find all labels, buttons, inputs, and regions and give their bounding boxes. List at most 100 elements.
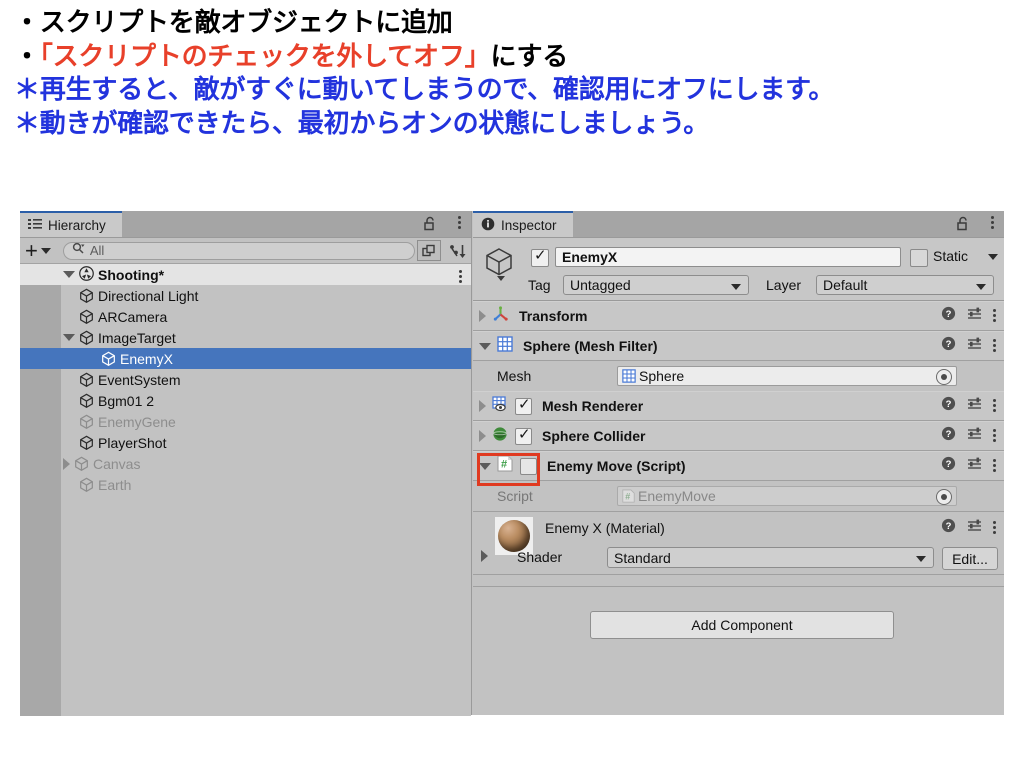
foldout-spacer — [63, 374, 75, 386]
layer-dropdown[interactable]: Default — [816, 275, 994, 295]
add-component-button[interactable]: Add Component — [590, 611, 894, 639]
hierarchy-kebab-menu-icon[interactable] — [458, 216, 461, 231]
hierarchy-item-label: EnemyGene — [98, 413, 176, 430]
sphere-collider-foldout-icon[interactable] — [479, 430, 486, 442]
hierarchy-item-label: ImageTarget — [98, 329, 176, 346]
enemy-move-foldout-icon[interactable] — [479, 462, 491, 470]
inspector-lock-open-icon[interactable] — [956, 216, 970, 236]
mesh-renderer-foldout-icon[interactable] — [479, 400, 486, 412]
gameobject-icon — [79, 477, 94, 492]
add-gameobject-button[interactable]: + — [25, 237, 51, 263]
hierarchy-search-input[interactable]: All — [62, 241, 415, 260]
hierarchy-item-eventsystem[interactable]: EventSystem — [20, 369, 471, 390]
lock-open-icon[interactable] — [423, 216, 437, 236]
component-kebab-menu-icon[interactable] — [993, 338, 996, 354]
hierarchy-item-label: Earth — [98, 476, 132, 493]
mesh-filter-icon — [622, 369, 636, 383]
static-dropdown-chevron-down-icon[interactable] — [988, 254, 998, 260]
component-actions-mesh-filter: ? — [941, 332, 996, 360]
tab-hierarchy[interactable]: Hierarchy — [20, 211, 122, 237]
instruction-line-4: ＊動きが確認できたら、最初からオンの状態にしましょう。 — [14, 107, 710, 138]
component-kebab-menu-icon[interactable] — [993, 308, 996, 324]
inspector-tabbar: Inspector — [473, 211, 1004, 238]
hierarchy-item-bgm01-2[interactable]: Bgm01 2 — [20, 390, 471, 411]
gameobject-name-field[interactable]: EnemyX — [555, 247, 901, 267]
preset-settings-icon[interactable] — [967, 396, 982, 416]
preset-settings-icon[interactable] — [967, 306, 982, 326]
info-icon — [481, 217, 495, 234]
foldout-spacer — [63, 311, 75, 323]
component-header-enemy-move-script[interactable]: # Enemy Move (Script) ? — [473, 451, 1004, 486]
hierarchy-item-directional-light[interactable]: Directional Light — [20, 285, 471, 306]
instruction-line-2: ・「スクリプトのチェックを外してオフ」にする — [14, 40, 1010, 74]
component-actions-enemy-move: ? — [941, 452, 996, 480]
hierarchy-tree[interactable]: Shooting* Directional Light ARCamera Image… — [20, 264, 471, 716]
mesh-renderer-enabled-checkbox[interactable]: ✓ — [515, 396, 532, 415]
hierarchy-toolbar: + All — [20, 238, 471, 264]
component-kebab-menu-icon[interactable] — [993, 458, 996, 474]
help-icon[interactable]: ? — [941, 456, 956, 476]
gameobject-enabled-checkbox[interactable]: ✓ — [531, 248, 549, 267]
preset-settings-icon[interactable] — [967, 336, 982, 356]
static-checkbox[interactable] — [910, 249, 928, 267]
material-foldout-icon[interactable] — [481, 550, 488, 562]
help-icon[interactable]: ? — [941, 426, 956, 446]
component-title-mesh-renderer: Mesh Renderer — [542, 398, 644, 414]
foldout-icon[interactable] — [63, 457, 70, 470]
help-icon[interactable]: ? — [941, 306, 956, 326]
shader-edit-button[interactable]: Edit... — [942, 547, 998, 570]
svg-text:?: ? — [946, 309, 952, 320]
sort-icon[interactable] — [445, 243, 471, 259]
help-icon[interactable]: ? — [941, 396, 956, 416]
gameobject-icon — [79, 309, 94, 324]
hierarchy-panel: Hierarchy + All Shooting* Directional Li… — [20, 211, 472, 716]
component-header-mesh-renderer[interactable]: ✓ Mesh Renderer ? — [473, 391, 1004, 421]
hierarchy-item-enemyx[interactable]: EnemyX — [20, 348, 471, 369]
hierarchy-scene-label: Shooting* — [98, 266, 165, 283]
script-object-field: # EnemyMove — [617, 486, 957, 506]
save-search-icon[interactable] — [417, 240, 441, 261]
scene-foldout-icon[interactable] — [63, 271, 75, 278]
shader-dropdown[interactable]: Standard — [607, 547, 934, 568]
mesh-object-picker-icon[interactable] — [936, 369, 952, 385]
foldout-icon[interactable] — [63, 334, 75, 341]
hierarchy-item-enemygene[interactable]: EnemyGene — [20, 411, 471, 432]
transform-foldout-icon[interactable] — [479, 310, 486, 322]
hierarchy-item-playershot[interactable]: PlayerShot — [20, 432, 471, 453]
component-header-sphere-collider[interactable]: ✓ Sphere Collider ? — [473, 421, 1004, 451]
preset-settings-icon[interactable] — [967, 518, 982, 538]
svg-text:?: ? — [946, 399, 952, 410]
preset-settings-icon[interactable] — [967, 426, 982, 446]
enemy-move-enabled-checkbox[interactable] — [520, 457, 537, 475]
mesh-object-field[interactable]: Sphere — [617, 366, 957, 386]
search-icon — [72, 242, 85, 260]
component-kebab-menu-icon[interactable] — [993, 398, 996, 414]
component-kebab-menu-icon[interactable] — [993, 520, 996, 536]
scene-kebab-menu-icon[interactable] — [459, 269, 462, 285]
mesh-property-row: Mesh Sphere — [473, 361, 1004, 391]
svg-text:?: ? — [946, 521, 952, 532]
hierarchy-item-imagetarget[interactable]: ImageTarget — [20, 327, 471, 348]
unity-scene-icon — [79, 265, 94, 284]
help-icon[interactable]: ? — [941, 336, 956, 356]
sphere-collider-enabled-checkbox[interactable]: ✓ — [515, 426, 532, 445]
tab-inspector[interactable]: Inspector — [473, 211, 573, 237]
gameobject-icon — [79, 393, 94, 408]
help-icon[interactable]: ? — [941, 518, 956, 538]
layer-label: Layer — [766, 277, 802, 293]
hierarchy-item-canvas[interactable]: Canvas — [20, 453, 471, 474]
sphere-collider-icon — [492, 426, 508, 447]
gameobject-icon — [79, 435, 94, 450]
plus-icon: + — [25, 237, 38, 263]
component-kebab-menu-icon[interactable] — [993, 428, 996, 444]
inspector-kebab-menu-icon[interactable] — [991, 216, 994, 231]
component-header-transform[interactable]: Transform ? — [473, 301, 1004, 331]
mesh-filter-foldout-icon[interactable] — [479, 342, 491, 350]
tab-hierarchy-label: Hierarchy — [48, 217, 106, 233]
hierarchy-item-arcamera[interactable]: ARCamera — [20, 306, 471, 327]
preset-settings-icon[interactable] — [967, 456, 982, 476]
component-header-mesh-filter[interactable]: Sphere (Mesh Filter) ? — [473, 331, 1004, 361]
tag-dropdown[interactable]: Untagged — [563, 275, 749, 295]
hierarchy-scene-row[interactable]: Shooting* — [20, 264, 471, 285]
hierarchy-item-earth[interactable]: Earth — [20, 474, 471, 495]
